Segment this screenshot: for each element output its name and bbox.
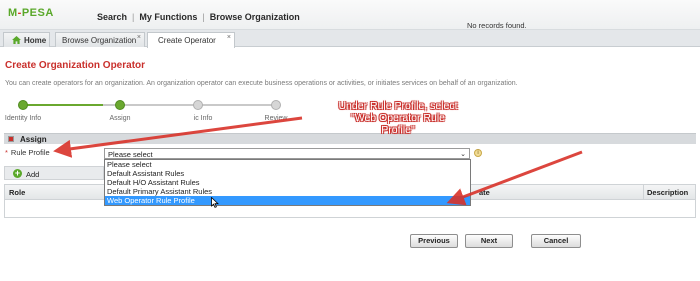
wizard-step-dot	[115, 100, 125, 110]
section-title: Assign	[20, 135, 47, 144]
collapse-icon[interactable]	[8, 136, 14, 142]
tab-label: Browse Organization	[62, 36, 137, 45]
close-icon[interactable]: ×	[227, 34, 231, 41]
wizard-step-label: Identity Info	[4, 115, 42, 122]
top-nav: Search | My Functions | Browse Organizat…	[97, 12, 300, 22]
home-icon	[12, 36, 21, 44]
wizard-step-label: ic Info	[193, 115, 213, 122]
wizard-step-dot	[271, 100, 281, 110]
column-header-role[interactable]: Role	[9, 188, 25, 197]
dropdown-option[interactable]: Please select	[105, 160, 470, 169]
next-button[interactable]: Next	[465, 234, 513, 248]
tab-browse-organization[interactable]: Browse Organization ×	[55, 32, 145, 47]
tab-bar: Home Browse Organization × Create Operat…	[0, 30, 700, 48]
dropdown-option[interactable]: Default Assistant Rules	[105, 169, 470, 178]
add-toolbar: + Add	[4, 166, 104, 180]
annotation-line: "Web Operator Rule	[351, 112, 445, 124]
wizard-progress: Identity Info Assign ic Info Review	[5, 98, 308, 126]
rule-profile-select[interactable]: Please select ⌄	[104, 148, 470, 159]
column-divider	[643, 185, 644, 200]
column-header-date[interactable]: ate	[479, 188, 490, 197]
empty-message: No records found.	[467, 21, 527, 30]
tab-label: Home	[24, 36, 47, 45]
wizard-line-todo	[103, 104, 275, 106]
tab-create-operator[interactable]: Create Operator ×	[147, 32, 235, 48]
previous-button[interactable]: Previous	[410, 234, 458, 248]
wizard-step-dot	[18, 100, 28, 110]
dropdown-option-selected[interactable]: Web Operator Rule Profile	[105, 196, 470, 205]
field-label-text: Rule Profile	[10, 148, 50, 157]
tab-home[interactable]: Home	[3, 32, 50, 47]
nav-my-functions[interactable]: My Functions	[139, 12, 197, 22]
annotation-line: Profile"	[381, 124, 415, 136]
close-icon[interactable]: ×	[137, 34, 141, 41]
add-icon[interactable]: +	[13, 169, 22, 178]
wizard-step-label: Review	[264, 115, 288, 122]
mpesa-logo[interactable]: M-PESA	[8, 7, 54, 19]
select-value: Please select	[108, 150, 153, 159]
chevron-down-icon[interactable]: ⌄	[460, 150, 466, 158]
annotation-callout: Under Rule Profile, select "Web Operator…	[308, 100, 488, 136]
nav-browse-organization[interactable]: Browse Organization	[210, 12, 300, 22]
tab-label: Create Operator	[158, 36, 216, 45]
nav-search[interactable]: Search	[97, 12, 127, 22]
annotation-line: Under Rule Profile, select	[338, 100, 458, 112]
wizard-step-dot	[193, 100, 203, 110]
dropdown-option[interactable]: Default H/O Assistant Rules	[105, 178, 470, 187]
wizard-step-label: Assign	[109, 115, 131, 122]
required-mark: *	[5, 148, 8, 157]
dropdown-option[interactable]: Default Primary Assistant Rules	[105, 187, 470, 196]
page-description: You can create operators for an organiza…	[5, 80, 518, 87]
rule-profile-dropdown: Please select Default Assistant Rules De…	[104, 159, 471, 206]
column-header-description[interactable]: Description	[647, 188, 688, 197]
nav-separator: |	[202, 12, 205, 22]
page-title: Create Organization Operator	[5, 60, 146, 71]
top-bar: M-PESA Search | My Functions | Browse Or…	[0, 0, 700, 30]
add-button[interactable]: Add	[26, 170, 39, 179]
mouse-pointer-icon	[211, 197, 219, 208]
cancel-button[interactable]: Cancel	[531, 234, 581, 248]
rule-profile-label: * Rule Profile	[5, 148, 50, 157]
info-icon[interactable]: i	[474, 149, 482, 157]
wizard-line-done	[23, 104, 103, 106]
screen: { "app": { "logo_text_a": "M", "logo_tex…	[0, 0, 700, 281]
nav-separator: |	[132, 12, 135, 22]
